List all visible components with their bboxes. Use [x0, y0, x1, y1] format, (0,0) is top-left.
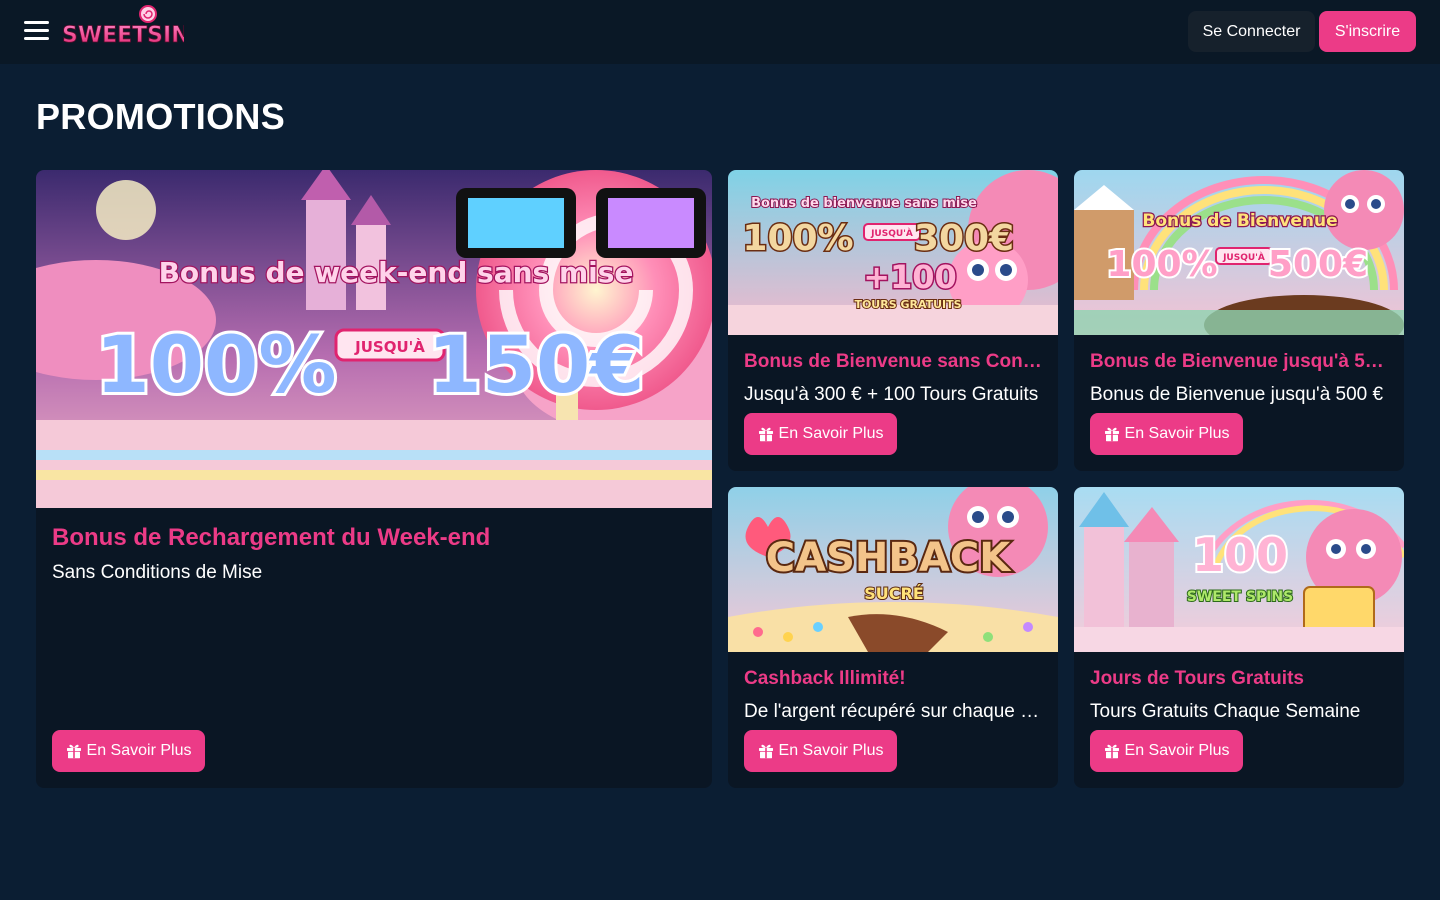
login-button[interactable]: Se Connecter [1188, 11, 1315, 52]
gift-icon [66, 743, 82, 759]
promo-banner-image: Bonus de week-end sans mise 100% JUSQU'À… [36, 170, 712, 508]
promo-subtitle: De l'argent récupéré sur chaque pari [744, 701, 1044, 722]
banner-amount: 150€ [427, 321, 644, 411]
banner-headline: CASHBACK [766, 535, 1012, 581]
gift-icon [758, 743, 774, 759]
promo-title: Bonus de Bienvenue sans Conditions de Mi… [744, 351, 1044, 372]
sweetsino-logo[interactable]: SWEETSINO [60, 4, 209, 54]
banner-percent: 100% [96, 321, 337, 411]
learn-more-label: En Savoir Plus [778, 742, 884, 759]
banner-amount: 300€ [914, 218, 1014, 259]
gift-icon [1104, 743, 1120, 759]
learn-more-button[interactable]: En Savoir Plus [744, 413, 897, 455]
promo-title: Cashback Illimité! [744, 668, 906, 689]
promo-banner-image: 100 SWEET SPINS [1074, 487, 1404, 652]
banner-headline: Bonus de bienvenue sans mise [751, 196, 977, 211]
banner-spins-label: SWEET SPINS [1187, 589, 1293, 605]
promo-subtitle: Bonus de Bienvenue jusqu'à 500 € [1090, 384, 1384, 405]
promo-card-welcome-no-wager[interactable]: Bonus de bienvenue sans mise 100% JUSQU'… [728, 170, 1058, 471]
promo-subtitle: Jusqu'à 300 € + 100 Tours Gratuits [744, 384, 1039, 405]
promo-title: Bonus de Rechargement du Week-end [52, 524, 491, 551]
learn-more-button[interactable]: En Savoir Plus [1090, 413, 1243, 455]
banner-percent: 100% [1106, 244, 1217, 285]
learn-more-button[interactable]: En Savoir Plus [1090, 730, 1243, 772]
banner-subline: SUCRÉ [864, 584, 924, 603]
banner-percent: 100% [742, 218, 853, 259]
hamburger-menu-icon[interactable] [24, 21, 49, 41]
promo-subtitle: Sans Conditions de Mise [52, 562, 263, 583]
learn-more-label: En Savoir Plus [86, 742, 192, 759]
promo-banner-image: Bonus de bienvenue sans mise 100% JUSQU'… [728, 170, 1058, 335]
banner-headline: Bonus de week-end sans mise [159, 256, 634, 289]
banner-spins-count: 100 [1192, 528, 1288, 582]
learn-more-button[interactable]: En Savoir Plus [744, 730, 897, 772]
login-button-label: Se Connecter [1202, 22, 1301, 40]
gift-icon [1104, 426, 1120, 442]
banner-amount: 500€ [1268, 244, 1368, 285]
banner-spins-count: +100 [863, 258, 957, 296]
gift-icon [758, 426, 774, 442]
page-title: PROMOTIONS [36, 96, 286, 137]
banner-spins-label: TOURS GRATUITS [854, 298, 961, 311]
promo-card-free-spins-days[interactable]: 100 SWEET SPINS Jours de Tours Gratuits … [1074, 487, 1404, 788]
promo-card-welcome-500[interactable]: Bonus de Bienvenue 100% JUSQU'À 500€ Bon… [1074, 170, 1404, 471]
learn-more-label: En Savoir Plus [1124, 742, 1230, 759]
top-navigation-bar: SWEETSINO Se Connecter S'inscrire [0, 0, 1440, 64]
signup-button-label: S'inscrire [1334, 22, 1401, 40]
signup-button[interactable]: S'inscrire [1319, 11, 1416, 52]
promo-card-weekend-reload[interactable]: Bonus de week-end sans mise 100% JUSQU'À… [36, 170, 712, 788]
banner-headline: Bonus de Bienvenue [1142, 211, 1337, 231]
promo-title: Jours de Tours Gratuits [1090, 668, 1304, 689]
banner-until: JUSQU'À [354, 337, 425, 356]
learn-more-label: En Savoir Plus [778, 425, 884, 442]
learn-more-label: En Savoir Plus [1124, 425, 1230, 442]
promo-card-cashback[interactable]: CASHBACK SUCRÉ Cashback Illimité! De l'a… [728, 487, 1058, 788]
promo-title: Bonus de Bienvenue jusqu'à 500 € [1090, 351, 1390, 372]
banner-until: JUSQU'À [870, 227, 913, 239]
promo-subtitle: Tours Gratuits Chaque Semaine [1090, 701, 1361, 722]
promo-banner-image: Bonus de Bienvenue 100% JUSQU'À 500€ [1074, 170, 1404, 335]
logo-text: SWEETSINO [62, 23, 184, 48]
banner-until: JUSQU'À [1222, 251, 1265, 263]
promo-banner-image: CASHBACK SUCRÉ [728, 487, 1058, 652]
learn-more-button[interactable]: En Savoir Plus [52, 730, 205, 772]
